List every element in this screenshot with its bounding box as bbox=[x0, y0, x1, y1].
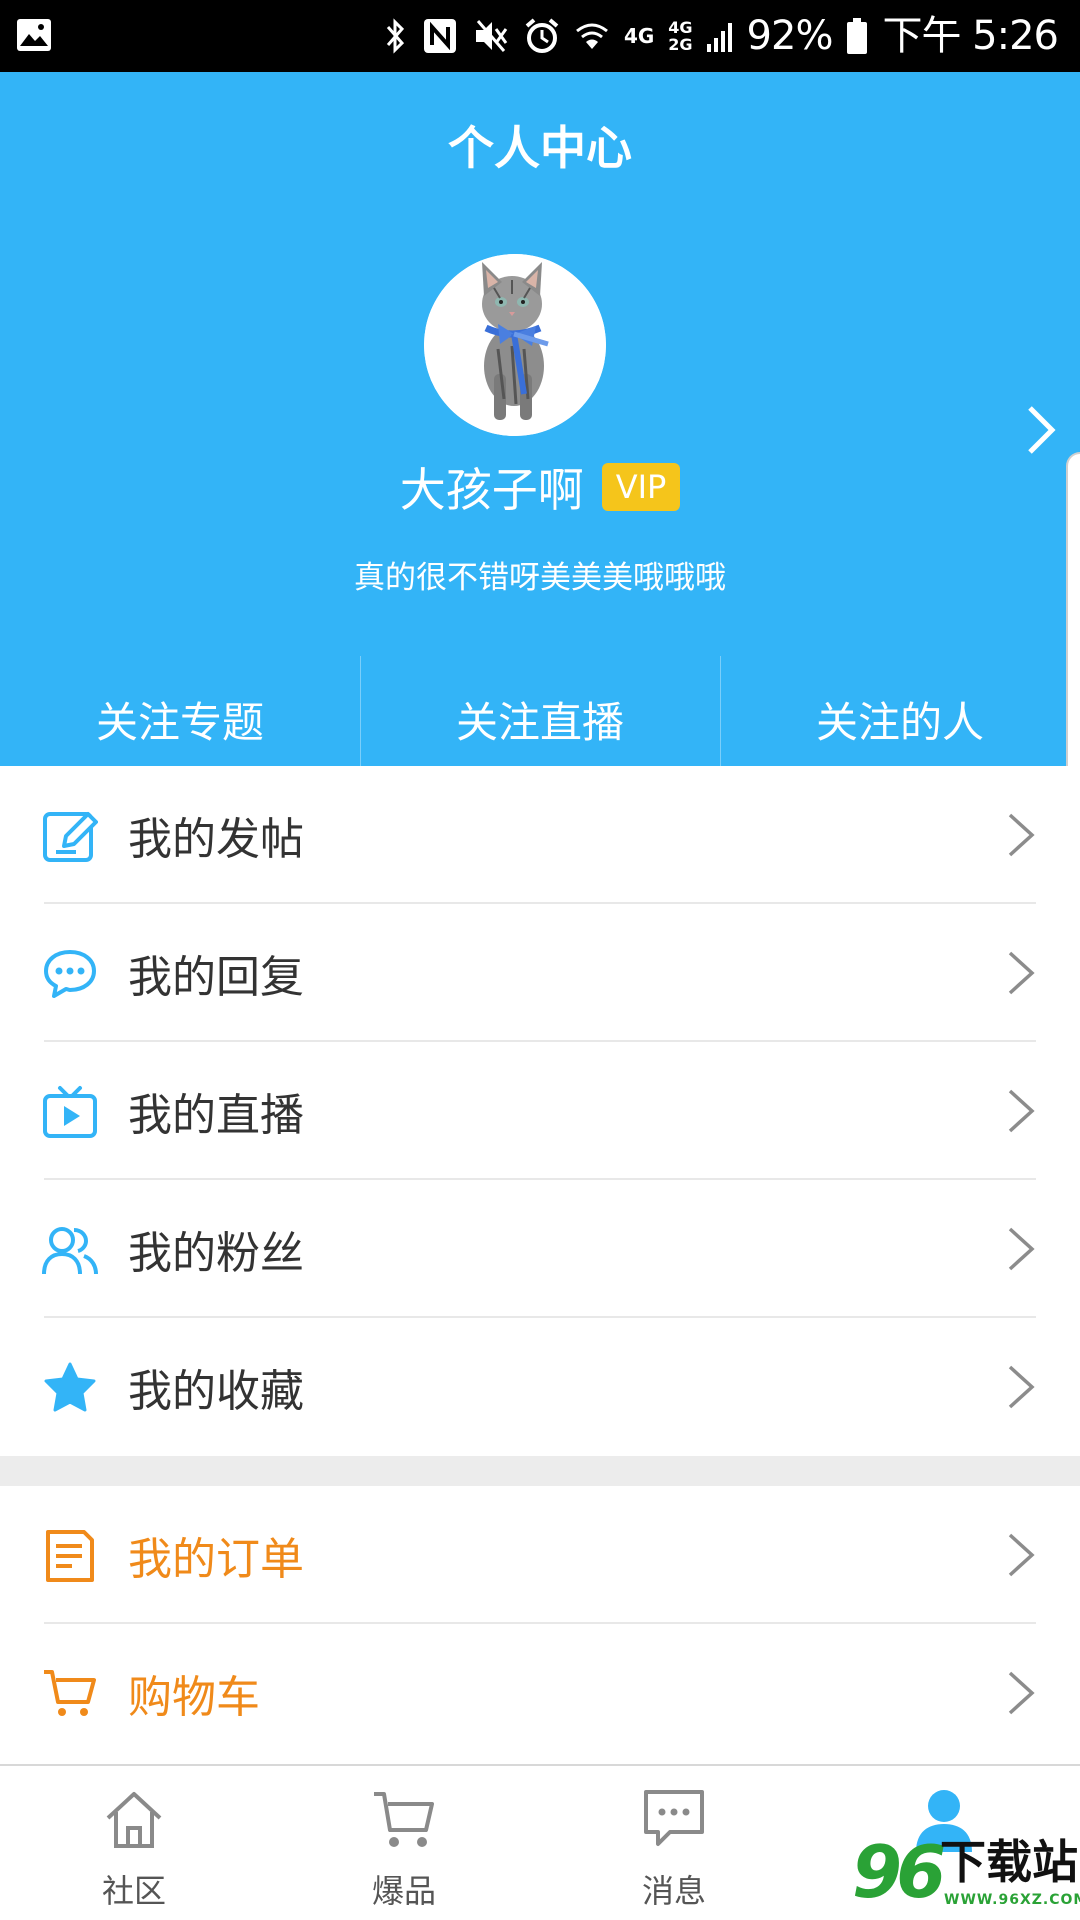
watermark-number: 96 bbox=[852, 1830, 946, 1914]
bluetooth-icon bbox=[386, 18, 404, 54]
wifi-icon bbox=[576, 23, 608, 49]
battery-icon bbox=[847, 18, 868, 54]
menu-item-my-orders[interactable]: 我的订单 bbox=[0, 1486, 1080, 1624]
clock: 下午 5:26 bbox=[882, 13, 1059, 59]
section-divider bbox=[0, 1456, 1080, 1486]
menu-item-my-replies[interactable]: 我的回复 bbox=[0, 904, 1080, 1042]
menu-item-shopping-cart[interactable]: 购物车 bbox=[0, 1624, 1080, 1762]
cart-icon bbox=[374, 1792, 434, 1847]
watermark-url: WWW.96XZ.COM bbox=[944, 1892, 1080, 1908]
menu-label: 购物车 bbox=[128, 1672, 260, 1723]
menu-label: 我的直播 bbox=[128, 1090, 304, 1141]
tab-followed-live[interactable]: 关注直播 bbox=[360, 656, 720, 766]
nav-hot-products[interactable]: 爆品 bbox=[304, 1766, 504, 1920]
menu-item-my-favorites[interactable]: 我的收藏 bbox=[0, 1318, 1080, 1456]
message-icon bbox=[644, 1790, 704, 1846]
nav-community[interactable]: 社区 bbox=[34, 1766, 234, 1920]
name-row: 大孩子啊 VIP bbox=[0, 454, 1080, 520]
edit-icon bbox=[43, 812, 98, 862]
menu-group-shopping: 我的订单 购物车 bbox=[0, 1486, 1080, 1762]
menu-label: 我的订单 bbox=[128, 1534, 304, 1585]
battery-percent: 92% bbox=[746, 13, 834, 59]
nav-label: 消息 bbox=[641, 1872, 706, 1910]
chevron-right-icon bbox=[1008, 1671, 1035, 1715]
nfc-icon bbox=[423, 19, 456, 53]
avatar[interactable] bbox=[424, 254, 606, 436]
star-icon bbox=[44, 1362, 96, 1412]
watermark-text: 下载站 bbox=[940, 1835, 1078, 1889]
nav-label: 爆品 bbox=[371, 1872, 436, 1910]
watermark-logo: 96 下载站 WWW.96XZ.COM bbox=[852, 1830, 1080, 1920]
chevron-right-icon bbox=[1008, 1533, 1035, 1577]
menu-group-personal: 我的发帖 我的回复 我的直播 我的粉丝 我的收藏 bbox=[0, 766, 1080, 1456]
user-bio: 真的很不错呀美美美哦哦哦 bbox=[354, 560, 726, 596]
nav-messages[interactable]: 消息 bbox=[574, 1766, 774, 1920]
tab-followed-people[interactable]: 关注的人 bbox=[720, 656, 1080, 766]
menu-label: 我的收藏 bbox=[128, 1366, 304, 1417]
profile-detail-chevron-icon[interactable] bbox=[1024, 404, 1058, 456]
edge-panel-handle[interactable] bbox=[1066, 452, 1080, 808]
order-icon bbox=[46, 1530, 94, 1582]
page-title: 个人中心 bbox=[448, 121, 632, 175]
alarm-icon bbox=[525, 18, 559, 53]
network-type: 4G bbox=[623, 24, 655, 48]
home-icon bbox=[106, 1792, 162, 1848]
signal-icon bbox=[706, 23, 732, 52]
profile-header: 个人中心 大孩子啊 VIP 真的很不错呀美美美哦哦哦 关注专题 关注直播 关注的… bbox=[0, 72, 1080, 766]
chevron-right-icon bbox=[1008, 1227, 1035, 1271]
mute-icon bbox=[475, 20, 508, 52]
status-bar: 4G 4G 2G 92% 下午 5:26 bbox=[0, 0, 1080, 72]
chevron-right-icon bbox=[1008, 813, 1035, 857]
gallery-icon bbox=[17, 19, 51, 51]
cat-avatar-image bbox=[424, 254, 606, 436]
menu-label: 我的回复 bbox=[128, 952, 304, 1003]
follow-tabs: 关注专题 关注直播 关注的人 bbox=[0, 656, 1080, 766]
menu-item-my-fans[interactable]: 我的粉丝 bbox=[0, 1180, 1080, 1318]
chevron-right-icon bbox=[1008, 1089, 1035, 1133]
menu-label: 我的粉丝 bbox=[128, 1228, 304, 1279]
menu-item-my-posts[interactable]: 我的发帖 bbox=[0, 766, 1080, 904]
network-type-dual: 4G 2G bbox=[668, 18, 693, 54]
vip-badge: VIP bbox=[601, 463, 681, 511]
username: 大孩子啊 bbox=[399, 463, 584, 517]
nav-label: 社区 bbox=[101, 1872, 166, 1910]
cart-icon bbox=[44, 1670, 96, 1716]
fans-icon bbox=[42, 1227, 98, 1275]
tab-followed-topics[interactable]: 关注专题 bbox=[0, 656, 360, 766]
tv-play-icon bbox=[43, 1086, 97, 1138]
menu-label: 我的发帖 bbox=[128, 814, 304, 865]
menu-item-my-live[interactable]: 我的直播 bbox=[0, 1042, 1080, 1180]
chevron-right-icon bbox=[1008, 951, 1035, 995]
chat-bubble-icon bbox=[44, 950, 96, 998]
chevron-right-icon bbox=[1008, 1365, 1035, 1409]
